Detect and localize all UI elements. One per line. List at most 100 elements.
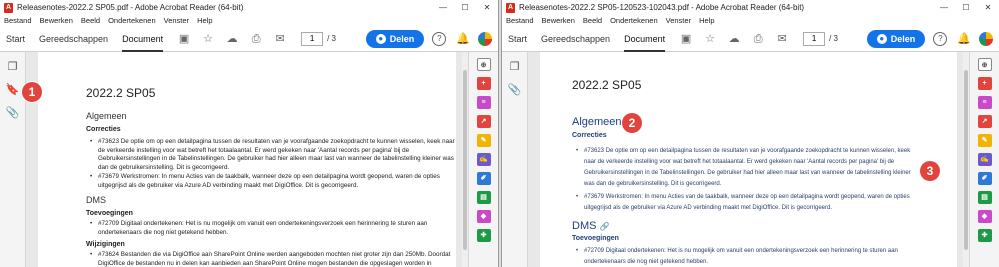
tools-pane: ⊕ + ≡ ↗ ✎ ✍ ✐ ▤ ◆ ✚ [468, 52, 498, 267]
bell-icon[interactable]: 🔔 [456, 32, 470, 45]
attachments-icon[interactable]: 📎 [508, 83, 522, 96]
doc-title: 2022.2 SP05 [572, 78, 642, 92]
menu-help[interactable]: Help [197, 16, 212, 25]
scrollbar-thumb[interactable] [964, 70, 968, 250]
list-item: #72709 Digitaal ondertekenen: Het is nu … [90, 220, 460, 237]
page-number-input[interactable] [301, 31, 324, 46]
menu-bestand[interactable]: Bestand [4, 16, 32, 25]
workspace: ❐ 📎 2022.2 SP05 Algemeen 🔗 Correcties #73… [502, 52, 999, 267]
toolbar: Start Gereedschappen Document ▣ ☆ ☁ ⎙ ✉ … [0, 26, 498, 52]
comment-icon[interactable]: ✎ [476, 134, 491, 147]
create-pdf-icon[interactable]: + [977, 77, 992, 90]
workspace: ❐ 🔖 📎 2022.2 SP05 Algemeen Correcties #7… [0, 52, 498, 267]
mail-icon[interactable]: ✉ [775, 32, 789, 46]
menu-bewerken[interactable]: Bewerken [542, 16, 575, 25]
page-number-input[interactable] [803, 31, 826, 46]
upload-cloud-icon[interactable]: ☁ [225, 32, 239, 46]
protect-icon[interactable]: ◆ [476, 210, 491, 223]
bookmark-star-icon[interactable]: ☆ [201, 32, 215, 46]
scan-icon[interactable]: ▤ [476, 191, 491, 204]
document-view[interactable]: 2022.2 SP05 Algemeen Correcties #73623 D… [26, 52, 462, 267]
acrobat-app-icon: A [4, 2, 13, 13]
protect-icon[interactable]: ◆ [977, 210, 992, 223]
maximize-icon[interactable]: ☐ [454, 0, 476, 15]
menu-beeld[interactable]: Beeld [583, 16, 602, 25]
bell-icon[interactable]: 🔔 [957, 32, 971, 45]
avatar[interactable] [979, 31, 993, 46]
scrollbar-thumb[interactable] [463, 70, 467, 250]
upload-cloud-icon[interactable]: ☁ [727, 32, 741, 46]
acrobat-window-left: A Releasenotes-2022.2 SP05.pdf - Adobe A… [0, 0, 499, 267]
tab-gereedschappen[interactable]: Gereedschappen [541, 26, 610, 52]
zoom-icon[interactable]: ⊕ [476, 58, 491, 71]
tools-pane: ⊕ + ≡ ↗ ✎ ✍ ✐ ▤ ◆ ✚ [969, 52, 999, 267]
edit-pdf-icon[interactable]: ✐ [476, 172, 491, 185]
maximize-icon[interactable]: ☐ [955, 0, 977, 15]
save-icon[interactable]: ▣ [177, 32, 191, 46]
help-icon[interactable]: ? [432, 31, 447, 46]
menu-ondertekenen[interactable]: Ondertekenen [108, 16, 156, 25]
fill-sign-icon[interactable]: ✍ [977, 153, 992, 166]
page-thumbnails-icon[interactable]: ❐ [8, 60, 18, 73]
create-pdf-icon[interactable]: + [476, 77, 491, 90]
save-icon[interactable]: ▣ [679, 32, 693, 46]
help-icon[interactable]: ? [933, 31, 948, 46]
comment-icon[interactable]: ✎ [977, 134, 992, 147]
menu-venster[interactable]: Venster [666, 16, 691, 25]
navigation-pane: ❐ 📎 [502, 52, 528, 267]
zoom-icon[interactable]: ⊕ [977, 58, 992, 71]
export-pdf-icon[interactable]: ↗ [476, 115, 491, 128]
window-title: Releasenotes-2022.2 SP05.pdf - Adobe Acr… [17, 3, 244, 12]
subsection-wijzigingen: Wijzigingen [86, 241, 125, 248]
menu-help[interactable]: Help [699, 16, 714, 25]
share-button[interactable]: ● Delen [365, 29, 425, 48]
menu-bewerken[interactable]: Bewerken [40, 16, 73, 25]
page-thumbnails-icon[interactable]: ❐ [510, 60, 520, 73]
vertical-scrollbar[interactable] [462, 52, 468, 267]
menu-beeld[interactable]: Beeld [81, 16, 100, 25]
close-icon[interactable]: ✕ [476, 0, 498, 15]
section-dms: DMS [86, 195, 106, 205]
acrobat-app-icon: A [506, 2, 515, 13]
subsection-correcties: Correcties [86, 126, 121, 133]
more-tools-icon[interactable]: ✚ [476, 229, 491, 242]
more-tools-icon[interactable]: ✚ [977, 229, 992, 242]
bookmarks-icon[interactable]: 🔖 [6, 83, 20, 96]
menu-venster[interactable]: Venster [164, 16, 189, 25]
fill-sign-icon[interactable]: ✍ [476, 153, 491, 166]
minimize-icon[interactable]: — [432, 0, 454, 15]
organize-pages-icon[interactable]: ≡ [476, 96, 491, 109]
avatar[interactable] [478, 31, 492, 46]
scan-icon[interactable]: ▤ [977, 191, 992, 204]
navigation-pane: ❐ 🔖 📎 [0, 52, 26, 267]
window-title: Releasenotes-2022.2 SP05-120523-102043.p… [519, 3, 805, 12]
share-button[interactable]: ● Delen [866, 29, 926, 48]
attachments-icon[interactable]: 📎 [6, 106, 20, 119]
export-pdf-icon[interactable]: ↗ [977, 115, 992, 128]
vertical-scrollbar[interactable] [963, 52, 969, 267]
section-dms-label: DMS [572, 220, 597, 232]
print-icon[interactable]: ⎙ [249, 32, 263, 46]
edit-pdf-icon[interactable]: ✐ [977, 172, 992, 185]
link-icon[interactable]: 🔗 [599, 222, 609, 231]
minimize-icon[interactable]: — [933, 0, 955, 15]
tab-start[interactable]: Start [6, 26, 25, 52]
print-icon[interactable]: ⎙ [751, 32, 765, 46]
list-item: #73679 Werkstromen: In menu Acties van d… [90, 173, 460, 190]
organize-pages-icon[interactable]: ≡ [977, 96, 992, 109]
subsection-toevoegingen: Toevoegingen [86, 210, 133, 217]
window-controls: — ☐ ✕ [432, 0, 498, 15]
section-algemeen: Algemeen [86, 111, 127, 121]
menu-bestand[interactable]: Bestand [506, 16, 534, 25]
tab-document[interactable]: Document [624, 26, 666, 52]
tab-document[interactable]: Document [122, 26, 164, 52]
tab-start[interactable]: Start [508, 26, 527, 52]
document-view[interactable]: 2022.2 SP05 Algemeen 🔗 Correcties #73623 … [528, 52, 963, 267]
menu-ondertekenen[interactable]: Ondertekenen [610, 16, 658, 25]
menu-bar: Bestand Bewerken Beeld Ondertekenen Vens… [0, 15, 498, 26]
menu-bar: Bestand Bewerken Beeld Ondertekenen Vens… [502, 15, 999, 26]
mail-icon[interactable]: ✉ [273, 32, 287, 46]
bookmark-star-icon[interactable]: ☆ [703, 32, 717, 46]
close-icon[interactable]: ✕ [977, 0, 999, 15]
tab-gereedschappen[interactable]: Gereedschappen [39, 26, 108, 52]
